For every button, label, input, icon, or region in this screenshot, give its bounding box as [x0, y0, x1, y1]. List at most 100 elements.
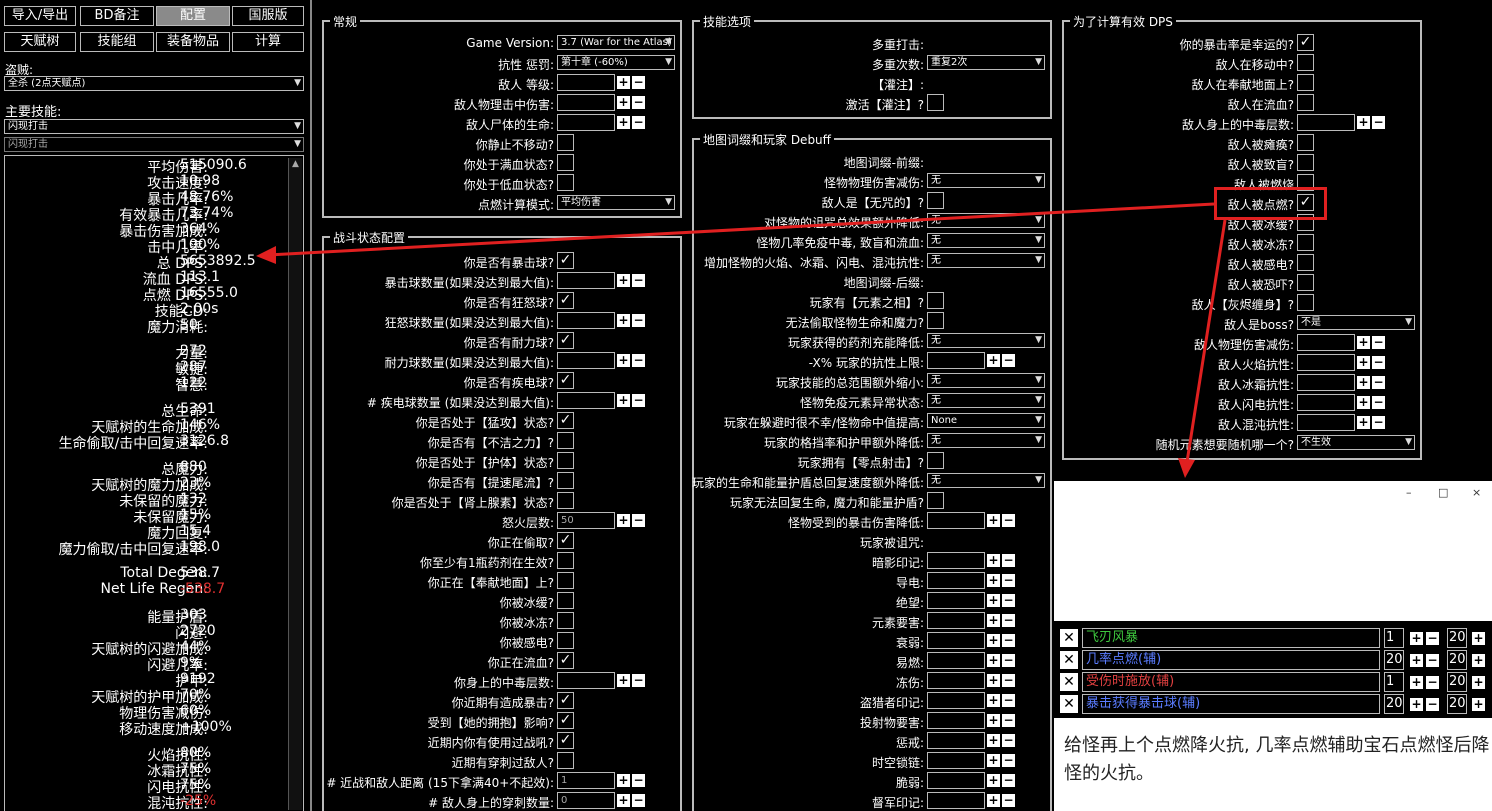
option-number-input[interactable] [927, 672, 985, 689]
option-select[interactable]: 无 ▼ [927, 173, 1045, 188]
option-checkbox[interactable] [1297, 254, 1314, 271]
minus-icon[interactable]: − [1002, 694, 1015, 707]
option-select[interactable]: 无 ▼ [927, 393, 1045, 408]
top-button-1[interactable]: BD备注 [80, 6, 154, 26]
plus-icon[interactable]: + [987, 514, 1000, 527]
option-number-input[interactable] [927, 732, 985, 749]
minus-icon[interactable]: − [1002, 674, 1015, 687]
top-button-2[interactable]: 配置 [156, 6, 230, 26]
minus-icon[interactable]: − [1426, 698, 1439, 711]
option-select[interactable]: 3.7 (War for the Atlas) ▼ [557, 35, 675, 50]
option-checkbox[interactable]: ✓ [557, 292, 574, 309]
option-number-input[interactable] [557, 672, 615, 689]
option-checkbox[interactable]: ✓ [557, 652, 574, 669]
plus-icon[interactable]: + [1472, 632, 1485, 645]
option-checkbox[interactable] [1297, 294, 1314, 311]
plus-icon[interactable]: + [1357, 396, 1370, 409]
plus-icon[interactable]: + [987, 354, 1000, 367]
option-checkbox[interactable] [557, 552, 574, 569]
plus-icon[interactable]: + [987, 694, 1000, 707]
minus-icon[interactable]: − [1002, 754, 1015, 767]
minus-icon[interactable]: − [1426, 676, 1439, 689]
option-checkbox[interactable] [1297, 274, 1314, 291]
option-number-input[interactable] [557, 114, 615, 131]
minus-icon[interactable]: − [1372, 396, 1385, 409]
minus-icon[interactable]: − [1372, 376, 1385, 389]
option-number-input[interactable] [557, 352, 615, 369]
plus-icon[interactable]: + [987, 654, 1000, 667]
plus-icon[interactable]: + [987, 614, 1000, 627]
plus-icon[interactable]: + [617, 394, 630, 407]
minus-icon[interactable]: − [632, 274, 645, 287]
minus-icon[interactable]: − [1002, 554, 1015, 567]
option-checkbox[interactable] [1297, 74, 1314, 91]
option-checkbox[interactable] [927, 292, 944, 309]
gem-name[interactable]: 飞刃风暴 [1082, 628, 1380, 648]
option-number-input[interactable] [927, 572, 985, 589]
top-button-6[interactable]: 装备物品 [156, 32, 230, 52]
plus-icon[interactable]: + [617, 794, 630, 807]
minus-icon[interactable]: − [632, 354, 645, 367]
gem-quality[interactable]: 20 [1447, 628, 1467, 648]
option-select[interactable]: 无 ▼ [927, 253, 1045, 268]
remove-gem-icon[interactable]: ✕ [1060, 629, 1078, 647]
option-checkbox[interactable] [1297, 234, 1314, 251]
top-button-7[interactable]: 计算 [232, 32, 304, 52]
gem-name[interactable]: 受伤时施放(辅) [1082, 672, 1380, 692]
option-select[interactable]: None ▼ [927, 413, 1045, 428]
minus-icon[interactable]: − [1002, 574, 1015, 587]
option-checkbox[interactable] [557, 452, 574, 469]
option-checkbox[interactable] [557, 572, 574, 589]
option-checkbox[interactable] [557, 154, 574, 171]
option-number-input[interactable] [557, 94, 615, 111]
skill-part-select[interactable]: 闪现打击 ▼ [4, 137, 304, 152]
option-checkbox[interactable] [927, 94, 944, 111]
option-select[interactable]: 平均伤害 ▼ [557, 195, 675, 210]
minus-icon[interactable]: − [632, 674, 645, 687]
option-number-input[interactable] [1297, 414, 1355, 431]
option-number-input[interactable] [1297, 334, 1355, 351]
option-select[interactable]: 无 ▼ [927, 373, 1045, 388]
plus-icon[interactable]: + [1357, 116, 1370, 129]
plus-icon[interactable]: + [1410, 654, 1423, 667]
option-checkbox[interactable] [927, 192, 944, 209]
option-checkbox[interactable] [927, 452, 944, 469]
option-number-input[interactable] [927, 652, 985, 669]
minus-icon[interactable]: − [1002, 654, 1015, 667]
option-number-input[interactable] [927, 592, 985, 609]
option-select[interactable]: 重复2次 ▼ [927, 55, 1045, 70]
option-number-input[interactable] [927, 632, 985, 649]
minus-icon[interactable]: − [1426, 654, 1439, 667]
option-checkbox[interactable] [1297, 134, 1314, 151]
minus-icon[interactable]: − [1002, 634, 1015, 647]
option-checkbox[interactable]: ✓ [557, 532, 574, 549]
minus-icon[interactable]: − [1372, 356, 1385, 369]
stats-scrollbar[interactable]: ▲ [288, 158, 302, 810]
plus-icon[interactable]: + [1472, 654, 1485, 667]
minus-icon[interactable]: − [1372, 336, 1385, 349]
option-checkbox[interactable]: ✓ [557, 252, 574, 269]
minus-icon[interactable]: − [632, 76, 645, 89]
option-select[interactable]: 无 ▼ [927, 233, 1045, 248]
option-checkbox[interactable] [927, 492, 944, 509]
minus-icon[interactable]: − [1372, 116, 1385, 129]
gem-quality[interactable]: 20 [1447, 650, 1467, 670]
plus-icon[interactable]: + [1357, 376, 1370, 389]
top-button-4[interactable]: 天赋树 [4, 32, 76, 52]
plus-icon[interactable]: + [1410, 632, 1423, 645]
minus-icon[interactable]: − [632, 774, 645, 787]
option-checkbox[interactable] [927, 312, 944, 329]
minus-icon[interactable]: − [1002, 514, 1015, 527]
option-checkbox[interactable]: ✓ [557, 332, 574, 349]
option-number-input[interactable] [927, 612, 985, 629]
option-checkbox[interactable] [557, 174, 574, 191]
option-select[interactable]: 不是 ▼ [1297, 315, 1415, 330]
plus-icon[interactable]: + [987, 674, 1000, 687]
option-checkbox[interactable]: ✓ [1297, 34, 1314, 51]
plus-icon[interactable]: + [617, 96, 630, 109]
plus-icon[interactable]: + [987, 714, 1000, 727]
plus-icon[interactable]: + [987, 634, 1000, 647]
gem-name[interactable]: 几率点燃(辅) [1082, 650, 1380, 670]
main-skill-select[interactable]: 闪现打击 ▼ [4, 119, 304, 134]
top-button-0[interactable]: 导入/导出 [4, 6, 76, 26]
